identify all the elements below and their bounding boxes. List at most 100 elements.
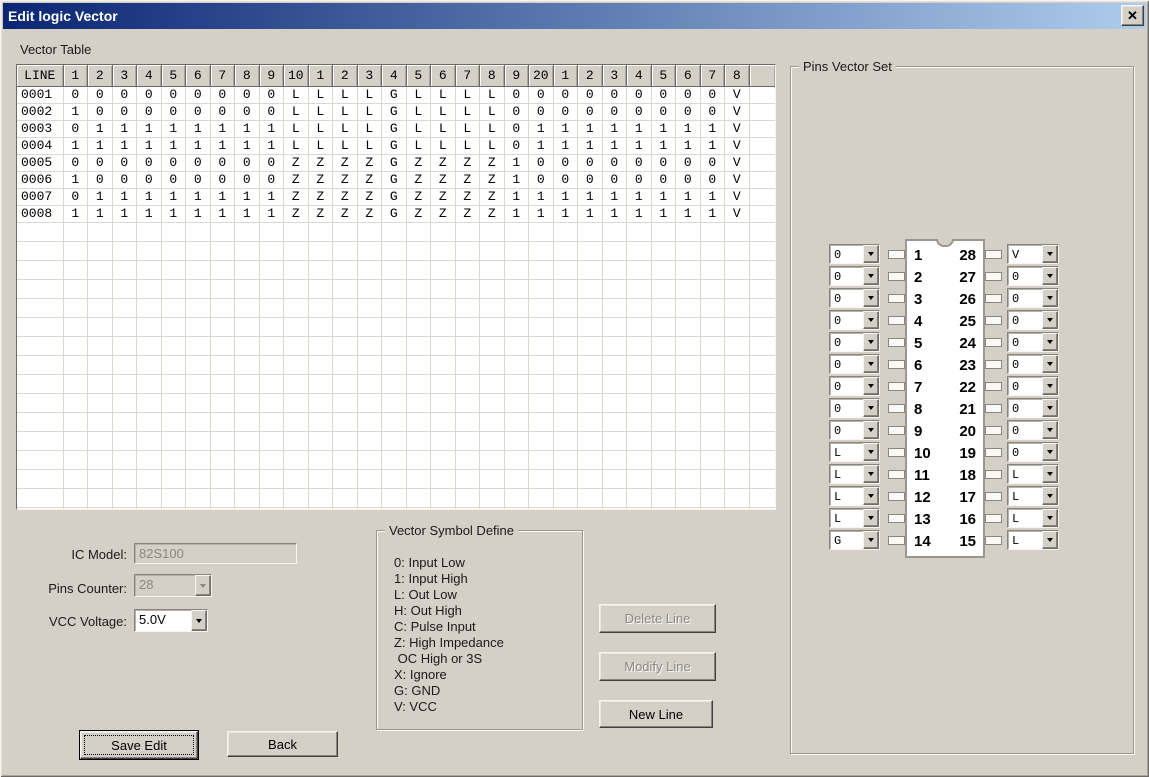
column-header-9[interactable]: 9 <box>259 65 284 86</box>
line-number-cell[interactable]: 0006 <box>17 171 63 188</box>
vector-cell[interactable]: L <box>308 120 333 137</box>
vector-cell[interactable]: 1 <box>529 137 554 154</box>
vector-cell[interactable]: 1 <box>259 137 284 154</box>
vector-cell[interactable]: V <box>725 171 750 188</box>
vector-cell[interactable]: 1 <box>578 137 603 154</box>
vcc-voltage-dropdown[interactable]: 5.0V <box>134 609 208 632</box>
pin-9-combo[interactable]: 0 <box>829 420 880 440</box>
dropdown-arrow-button[interactable] <box>863 245 879 263</box>
vector-cell[interactable]: 0 <box>161 86 186 103</box>
vector-cell[interactable]: 0 <box>627 171 652 188</box>
vector-cell[interactable]: 0 <box>578 86 603 103</box>
pin-12-combo[interactable]: L <box>829 486 880 506</box>
dropdown-arrow-button[interactable] <box>1042 333 1058 351</box>
vector-cell[interactable]: 0 <box>504 137 529 154</box>
vector-cell[interactable]: 0 <box>112 86 137 103</box>
vector-table[interactable]: LINE123456789101234567892012345678 00010… <box>16 64 776 510</box>
vector-cell[interactable]: 1 <box>676 137 701 154</box>
vector-cell[interactable]: L <box>431 137 456 154</box>
column-header-9[interactable]: 9 <box>504 65 529 86</box>
dropdown-arrow-button[interactable] <box>863 377 879 395</box>
column-header-20[interactable]: 20 <box>529 65 554 86</box>
vector-cell[interactable]: 0 <box>186 103 211 120</box>
line-number-cell[interactable]: 0004 <box>17 137 63 154</box>
back-button[interactable]: Back <box>227 731 338 757</box>
vector-cell[interactable]: L <box>455 86 480 103</box>
vector-cell[interactable]: 1 <box>700 188 725 205</box>
vector-cell[interactable]: Z <box>431 205 456 222</box>
vector-cell[interactable]: 1 <box>186 205 211 222</box>
vector-cell[interactable]: L <box>455 120 480 137</box>
vector-cell[interactable]: 1 <box>235 120 260 137</box>
column-header-5[interactable]: 5 <box>161 65 186 86</box>
vector-cell[interactable]: 1 <box>602 205 627 222</box>
vector-cell[interactable]: Z <box>308 154 333 171</box>
vector-cell[interactable]: L <box>431 120 456 137</box>
vector-cell[interactable]: L <box>308 137 333 154</box>
vector-cell[interactable]: 1 <box>259 205 284 222</box>
pin-4-combo[interactable]: 0 <box>829 310 880 330</box>
vector-cell[interactable]: 0 <box>676 154 701 171</box>
vector-cell[interactable]: L <box>357 103 382 120</box>
dropdown-arrow-button[interactable] <box>863 465 879 483</box>
vector-cell[interactable]: Z <box>406 154 431 171</box>
vector-cell[interactable]: Z <box>357 171 382 188</box>
vector-cell[interactable]: V <box>725 154 750 171</box>
vector-cell[interactable]: 0 <box>88 171 113 188</box>
vector-cell[interactable]: 0 <box>186 86 211 103</box>
vector-cell[interactable]: 1 <box>210 137 235 154</box>
vector-cell[interactable]: 1 <box>235 205 260 222</box>
column-header-4[interactable]: 4 <box>137 65 162 86</box>
vector-cell[interactable]: Z <box>406 171 431 188</box>
vector-cell[interactable]: 1 <box>161 188 186 205</box>
vector-cell[interactable]: 1 <box>63 103 88 120</box>
vector-cell[interactable]: Z <box>480 205 505 222</box>
line-number-cell[interactable]: 0002 <box>17 103 63 120</box>
column-header-7[interactable]: 7 <box>210 65 235 86</box>
vector-cell[interactable]: 0 <box>529 86 554 103</box>
vector-cell[interactable]: 0 <box>112 103 137 120</box>
column-header-3[interactable]: 3 <box>112 65 137 86</box>
save-edit-button[interactable]: Save Edit <box>80 731 198 759</box>
dropdown-arrow-button[interactable] <box>863 509 879 527</box>
dropdown-arrow-button[interactable] <box>863 333 879 351</box>
dropdown-arrow-button[interactable] <box>1042 465 1058 483</box>
vector-cell[interactable]: 0 <box>529 171 554 188</box>
title-bar[interactable]: Edit logic Vector <box>3 3 1146 29</box>
vector-cell[interactable]: Z <box>480 188 505 205</box>
dropdown-arrow-button[interactable] <box>1042 487 1058 505</box>
column-header-8[interactable]: 8 <box>725 65 750 86</box>
vector-cell[interactable]: Z <box>308 171 333 188</box>
vector-cell[interactable]: L <box>455 137 480 154</box>
vector-cell[interactable]: L <box>284 120 309 137</box>
vector-cell[interactable]: 0 <box>553 86 578 103</box>
column-header-10[interactable]: 10 <box>284 65 309 86</box>
column-header-5[interactable]: 5 <box>406 65 431 86</box>
vector-cell[interactable]: L <box>333 120 358 137</box>
pin-19-combo[interactable]: 0 <box>1007 442 1059 462</box>
column-header-7[interactable]: 7 <box>455 65 480 86</box>
vector-cell[interactable]: 1 <box>504 205 529 222</box>
vector-cell[interactable]: 0 <box>627 154 652 171</box>
vector-cell[interactable]: G <box>382 120 407 137</box>
vector-cell[interactable]: 0 <box>504 103 529 120</box>
vector-cell[interactable]: 1 <box>553 205 578 222</box>
vector-cell[interactable]: 0 <box>63 120 88 137</box>
vector-cell[interactable]: Z <box>406 188 431 205</box>
vector-cell[interactable]: 0 <box>88 103 113 120</box>
vector-cell[interactable]: 0 <box>553 103 578 120</box>
vector-cell[interactable]: 1 <box>63 171 88 188</box>
vector-cell[interactable]: 1 <box>676 120 701 137</box>
vector-cell[interactable]: L <box>431 103 456 120</box>
pin-7-combo[interactable]: 0 <box>829 376 880 396</box>
vector-cell[interactable]: Z <box>431 154 456 171</box>
vector-cell[interactable]: 0 <box>88 154 113 171</box>
vector-cell[interactable]: 1 <box>112 137 137 154</box>
vector-cell[interactable]: 0 <box>553 154 578 171</box>
vector-cell[interactable]: 0 <box>259 103 284 120</box>
dropdown-arrow-button[interactable] <box>1042 399 1058 417</box>
vector-cell[interactable]: Z <box>284 171 309 188</box>
pin-13-combo[interactable]: L <box>829 508 880 528</box>
vector-cell[interactable]: 1 <box>553 137 578 154</box>
vector-cell[interactable]: 0 <box>235 171 260 188</box>
